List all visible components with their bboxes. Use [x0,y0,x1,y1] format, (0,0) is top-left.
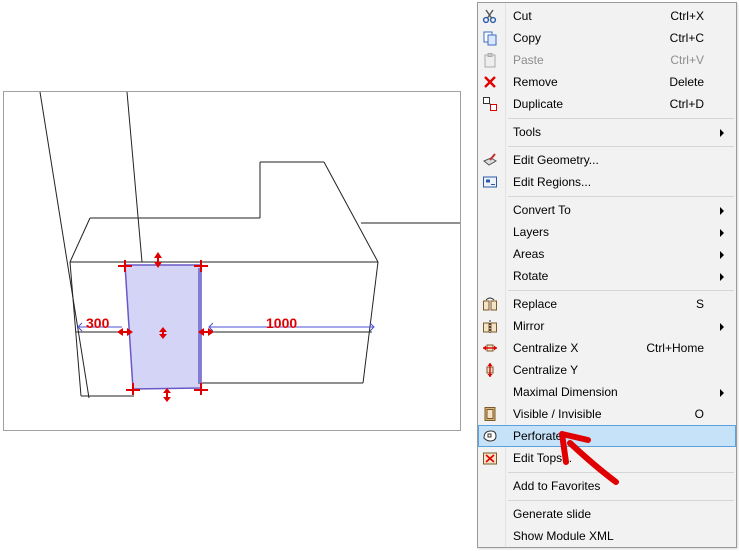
menu-item-list: Cut Ctrl+X Copy Ctrl+C Paste Ctrl+V Remove Dele… [478,5,736,547]
scene-drawing: 300 1000 [39,92,460,402]
menu-item-show-module-xml[interactable]: Show Module XML [478,525,736,547]
menu-item-centralize-y[interactable]: Centralize Y [478,359,736,381]
menu-item-label: Replace [513,297,558,311]
visible-toggle-icon [482,406,498,422]
menu-item-label: Maximal Dimension [513,385,618,399]
menu-item-label: Copy [513,31,542,45]
menu-item-duplicate[interactable]: Duplicate Ctrl+D [478,93,736,115]
dimension-label-left: 300 [86,315,110,331]
edit-regions-icon [482,174,498,190]
submenu-arrow-icon [720,323,724,331]
menu-item-remove[interactable]: Remove Delete [478,71,736,93]
menu-item-mirror[interactable]: Mirror [478,315,736,337]
menu-item-edit-regions[interactable]: Edit Regions... [478,171,736,193]
remove-x-icon [482,74,498,90]
menu-item-layers[interactable]: Layers [478,221,736,243]
centralize-x-icon [482,340,498,356]
drawing-viewport[interactable]: 300 1000 [3,91,461,431]
copy-icon [482,30,498,46]
scissors-icon [482,8,498,24]
menu-item-shortcut: Ctrl+V [670,53,704,67]
menu-item-label: Areas [513,247,545,261]
menu-item-label: Layers [513,225,550,239]
submenu-arrow-icon [720,389,724,397]
wall-edge-line [39,92,90,399]
submenu-arrow-icon [720,251,724,259]
duplicate-icon [482,96,498,112]
menu-item-shortcut: Ctrl+Home [646,341,704,355]
wall-geometry [39,92,460,399]
menu-item-add-to-favorites[interactable]: Add to Favorites [478,475,736,497]
menu-item-label: Visible / Invisible [513,407,602,421]
submenu-arrow-icon [720,229,724,237]
menu-item-tools[interactable]: Tools [478,121,736,143]
menu-item-shortcut: Ctrl+X [670,9,704,23]
menu-item-shortcut: Ctrl+C [669,31,704,45]
menu-item-perforate[interactable]: Perforate [478,425,736,447]
mirror-icon [482,318,498,334]
menu-item-label: Generate slide [513,507,592,521]
menu-item-edit-tops[interactable]: Edit Tops... [478,447,736,469]
menu-item-label: Convert To [513,203,571,217]
wall-edge-line [362,261,379,384]
wall-edge-line [323,161,379,263]
menu-item-generate-slide[interactable]: Generate slide [478,503,736,525]
menu-item-shortcut: S [695,297,704,311]
menu-item-convert-to[interactable]: Convert To [478,199,736,221]
menu-item-maximal-dimension[interactable]: Maximal Dimension [478,381,736,403]
menu-item-label: Edit Regions... [513,175,592,189]
menu-item-label: Paste [513,53,544,67]
resize-handle-bottom[interactable] [163,388,171,402]
perforate-icon [482,428,498,444]
menu-item-label: Show Module XML [513,529,614,543]
context-menu: Cut Ctrl+X Copy Ctrl+C Paste Ctrl+V Remove Dele… [477,2,737,548]
paste-icon [482,52,498,68]
edit-tops-icon [482,450,498,466]
menu-item-areas[interactable]: Areas [478,243,736,265]
menu-item-label: Edit Geometry... [513,153,599,167]
menu-item-shortcut: Ctrl+D [669,97,704,111]
menu-item-label: Centralize Y [513,363,579,377]
menu-item-copy[interactable]: Copy Ctrl+C [478,27,736,49]
centralize-y-icon [482,362,498,378]
replace-icon [482,296,498,312]
menu-item-label: Edit Tops... [513,451,573,465]
wall-edge-line [126,92,143,263]
menu-item-edit-geometry[interactable]: Edit Geometry... [478,149,736,171]
menu-item-label: Duplicate [513,97,564,111]
menu-item-label: Cut [513,9,532,23]
menu-item-label: Tools [513,125,542,139]
menu-item-label: Mirror [513,319,545,333]
wall-edge-line [69,217,91,263]
edit-geometry-icon [482,152,498,168]
submenu-arrow-icon [720,207,724,215]
menu-item-replace[interactable]: Replace S [478,293,736,315]
menu-item-label: Perforate [513,429,563,443]
menu-item-shortcut: O [694,407,704,421]
menu-item-cut[interactable]: Cut Ctrl+X [478,5,736,27]
menu-item-label: Remove [513,75,558,89]
menu-item-paste: Paste Ctrl+V [478,49,736,71]
menu-item-visible-invisible[interactable]: Visible / Invisible O [478,403,736,425]
menu-item-rotate[interactable]: Rotate [478,265,736,287]
submenu-arrow-icon [720,273,724,281]
menu-item-label: Centralize X [513,341,579,355]
menu-item-centralize-x[interactable]: Centralize X Ctrl+Home [478,337,736,359]
submenu-arrow-icon [720,129,724,137]
menu-item-shortcut: Delete [669,75,704,89]
menu-item-label: Rotate [513,269,549,283]
dimension-label-right: 1000 [266,315,297,331]
menu-item-label: Add to Favorites [513,479,601,493]
